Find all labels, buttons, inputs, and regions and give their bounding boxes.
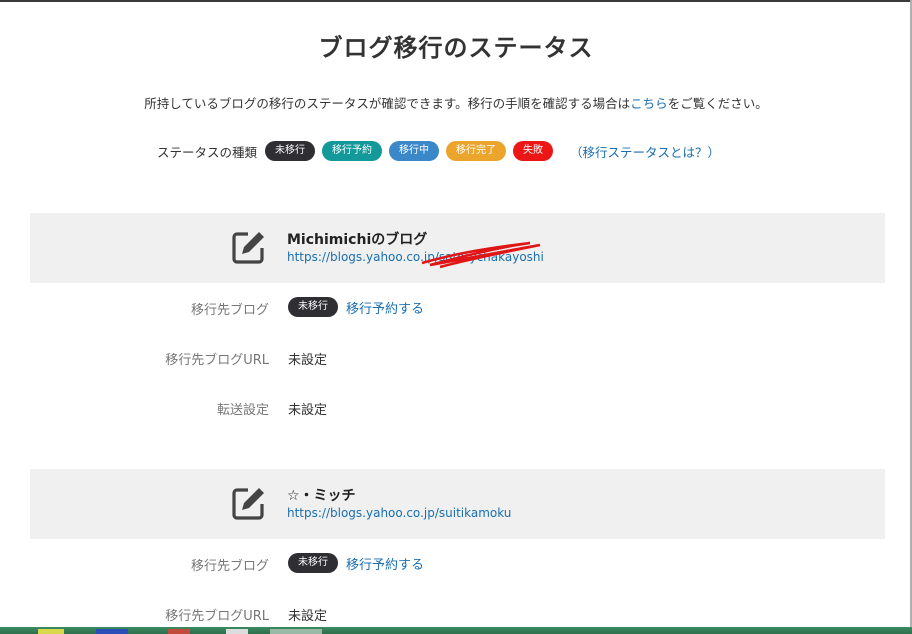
edit-icon[interactable] [231, 485, 267, 521]
edit-icon[interactable] [231, 229, 267, 265]
window-top-border [0, 0, 912, 2]
taskbar-app-icon[interactable] [226, 629, 248, 634]
procedure-link[interactable]: こちら [630, 96, 668, 111]
blog-card-header: ☆・ミッチ https://blogs.yahoo.co.jp/suitikam… [30, 469, 885, 539]
blog-name: ☆・ミッチ [287, 488, 356, 504]
reserve-migration-link[interactable]: 移行予約する [346, 554, 424, 573]
blog-url-link[interactable]: https://blogs.yahoo.co.jp/suitikamoku [287, 506, 511, 520]
taskbar-app-icon[interactable] [168, 629, 190, 634]
forwarding-label: 転送設定 [216, 403, 269, 418]
target-url-value: 未設定 [288, 609, 328, 624]
legend-label: ステータスの種類 [157, 144, 258, 160]
intro-text-suffix: をご覧ください。 [667, 96, 768, 111]
badge-unmigrated: 未移行 [265, 141, 316, 161]
status-help-link[interactable]: （移行ステータスとは？） [570, 142, 720, 161]
target-blog-label: 移行先ブログ [190, 559, 269, 574]
taskbar-app-icon[interactable] [96, 629, 128, 634]
taskbar-active-window[interactable] [270, 629, 322, 634]
target-blog-label: 移行先ブログ [190, 303, 269, 318]
target-url-label: 移行先ブログURL [165, 609, 269, 624]
target-blog-value: 未移行 移行予約する [288, 297, 424, 317]
reserve-migration-link[interactable]: 移行予約する [346, 298, 424, 317]
target-blog-value: 未移行 移行予約する [288, 553, 424, 573]
target-url-label: 移行先ブログURL [165, 353, 269, 368]
intro-text: 所持しているブログの移行のステータスが確認できます。移行の手順を確認する場合はこ… [0, 93, 912, 112]
badge-failed: 失敗 [513, 141, 554, 161]
blog-name: Michimichiのブログ [287, 232, 428, 248]
target-url-value: 未設定 [288, 353, 328, 368]
badge-completed: 移行完了 [446, 141, 507, 161]
status-badge: 未移行 [288, 553, 338, 573]
status-badge: 未移行 [288, 297, 338, 317]
status-legend: ステータスの種類 未移行 移行予約 移行中 移行完了 失敗 （移行ステータスとは… [157, 141, 720, 161]
taskbar-app-icon[interactable] [38, 629, 64, 634]
forwarding-value: 未設定 [288, 403, 328, 418]
badge-reserved: 移行予約 [322, 141, 383, 161]
redaction-scribble [421, 241, 541, 269]
intro-text-main: 所持しているブログの移行のステータスが確認できます。移行の手順を確認する場合は [144, 96, 631, 111]
page-title: ブログ移行のステータス [318, 34, 594, 62]
badge-migrating: 移行中 [389, 141, 440, 161]
os-taskbar [0, 627, 912, 634]
